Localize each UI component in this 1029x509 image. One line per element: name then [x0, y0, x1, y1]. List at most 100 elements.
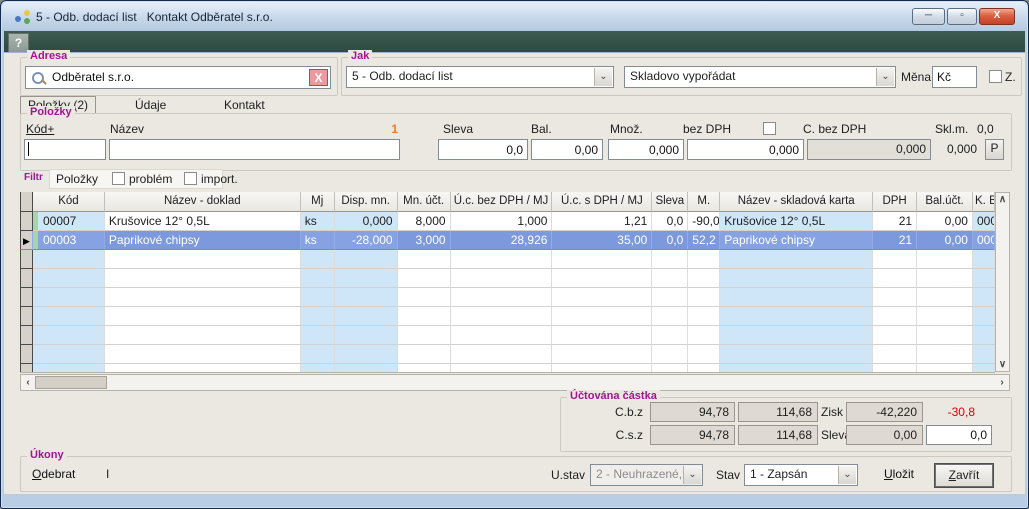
cbezdph-readonly: 0,000 [807, 139, 931, 160]
ustav-value: 2 - Neuhrazené, be: [596, 467, 682, 481]
cell-mj: ks [301, 231, 335, 250]
selector-header[interactable] [20, 192, 33, 212]
help-icon: ? [15, 36, 22, 50]
bal-input[interactable] [531, 139, 603, 160]
import-checkbox[interactable] [184, 172, 197, 185]
p-button[interactable]: P [985, 139, 1004, 160]
table-row-empty [20, 345, 995, 364]
problem-label: problém [129, 172, 172, 186]
doc-type-combo[interactable]: 5 - Odb. dodací list ⌄ [346, 66, 614, 88]
cell-sklad: Krušovice 12° 0,5L [720, 212, 873, 231]
filter-polozky-label[interactable]: Položky [56, 172, 98, 186]
col-uc-bez-dph[interactable]: Ú.c. bez DPH / MJ [451, 192, 553, 212]
table-row-empty [20, 364, 995, 373]
maximize-icon: ▫ [960, 10, 964, 21]
ulozit-button[interactable]: Uložit [884, 467, 914, 481]
mnoz-input[interactable] [608, 139, 684, 160]
col-mj[interactable]: Mj [301, 192, 335, 212]
close-button[interactable]: X [979, 8, 1015, 25]
settlement-combo[interactable]: Skladovo vypořádat ⌄ [624, 66, 896, 88]
chevron-down-icon: ⌄ [683, 466, 701, 484]
row-selector[interactable] [20, 326, 33, 345]
vertical-scrollbar[interactable]: ∧ ∨ [995, 192, 1010, 372]
app-window: 5 - Odb. dodací list Kontakt Odběratel s… [0, 0, 1029, 509]
help-button[interactable]: ? [8, 33, 29, 54]
cell-dph: 21 [873, 231, 917, 250]
row-selector[interactable] [20, 345, 33, 364]
chevron-down-icon[interactable]: ⌄ [838, 466, 856, 484]
row-selector[interactable] [20, 288, 33, 307]
scroll-up-icon[interactable]: ∧ [996, 194, 1009, 205]
scroll-right-icon[interactable]: › [996, 376, 1008, 389]
cell-ucbez: 28,926 [451, 231, 553, 250]
col-bal-uct[interactable]: Bal.účt. [917, 192, 973, 212]
col-mn-uct[interactable]: Mn. účt. [398, 192, 451, 212]
nazev-label: Název [110, 122, 144, 136]
row-selector[interactable] [20, 364, 33, 373]
totals-group-label: Účtována částka [567, 390, 660, 402]
address-field[interactable]: Odběratel s.r.o. X [25, 66, 331, 89]
col-kod[interactable]: Kód [33, 192, 105, 212]
ustav-combo: 2 - Neuhrazené, be: ⌄ [590, 464, 703, 486]
sleva-input[interactable] [438, 139, 528, 160]
row-selector-current[interactable]: ▶ [20, 231, 33, 250]
zavrit-button[interactable]: Zavřít [935, 464, 993, 487]
sklm-label: Skl.m. [935, 122, 968, 136]
col-m[interactable]: M. [688, 192, 720, 212]
currency-input[interactable] [932, 66, 977, 88]
sleva-percent-input[interactable] [926, 425, 992, 445]
cell-dph: 21 [873, 212, 917, 231]
tab-kontakt[interactable]: Kontakt [224, 98, 265, 112]
chevron-down-icon[interactable]: ⌄ [594, 68, 612, 86]
kod-input[interactable] [24, 139, 106, 160]
minimize-button[interactable]: ─ [912, 8, 945, 25]
row-indicator [33, 231, 38, 249]
tab-udaje[interactable]: Údaje [135, 98, 166, 112]
col-disp-mn[interactable]: Disp. mn. [335, 192, 398, 212]
clear-address-button[interactable]: X [309, 69, 328, 86]
scrollbar-thumb[interactable] [35, 376, 107, 389]
problem-checkbox[interactable] [112, 172, 125, 185]
horizontal-scrollbar[interactable]: ‹ › [20, 374, 1010, 391]
cell-sklad: Paprikové chipsy [720, 231, 873, 250]
col-k-ba[interactable]: K. Ba [973, 192, 995, 212]
cell-baluct: 0,00 [917, 231, 973, 250]
col-sleva[interactable]: Sleva [652, 192, 688, 212]
cbezdph-label: C. bez DPH [803, 122, 866, 136]
row-selector[interactable] [20, 250, 33, 269]
table-row-selected[interactable]: ▶ 00003 Paprikové chipsy ks -28,000 3,00… [20, 231, 995, 250]
current-row-marker-icon: ▶ [23, 236, 30, 246]
chevron-down-icon[interactable]: ⌄ [876, 68, 894, 86]
bezdph-input[interactable] [687, 139, 804, 160]
maximize-button[interactable]: ▫ [947, 8, 977, 25]
col-uc-s-dph[interactable]: Ú.c. s DPH / MJ [552, 192, 652, 212]
titlebar[interactable]: 5 - Odb. dodací list Kontakt Odběratel s… [2, 2, 1027, 31]
row-selector[interactable] [20, 269, 33, 288]
table-header-row: Kód Název - doklad Mj Disp. mn. Mn. účt.… [20, 192, 995, 212]
table-row[interactable]: 00007 Krušovice 12° 0,5L ks 0,000 8,000 … [20, 212, 995, 231]
kod-label[interactable]: Kód+ [26, 122, 54, 136]
cell-nazev: Paprikové chipsy [105, 231, 301, 250]
bezdph-checkbox[interactable] [763, 122, 776, 135]
stav-label: Stav [716, 468, 740, 482]
table-row-empty [20, 307, 995, 326]
col-nazev-skladova-karta[interactable]: Název - skladová karta [720, 192, 873, 212]
odebrat-button[interactable]: Odebrat [32, 467, 75, 481]
scroll-down-icon[interactable]: ∨ [996, 359, 1009, 370]
stav-combo[interactable]: 1 - Zapsán ⌄ [744, 464, 858, 486]
table-row-empty [20, 250, 995, 269]
z-checkbox[interactable] [989, 70, 1002, 83]
bal-label: Bal. [531, 122, 552, 136]
row-selector[interactable] [20, 212, 33, 231]
col-dph[interactable]: DPH [873, 192, 917, 212]
scroll-left-icon[interactable]: ‹ [22, 376, 34, 389]
cursor-mark: I [106, 467, 109, 481]
counter-badge: 1 [360, 122, 398, 136]
bezdph-label: bez DPH [683, 122, 731, 136]
app-icon [15, 10, 31, 24]
nazev-input[interactable] [109, 139, 400, 160]
cell-kba: 0000 [973, 231, 995, 250]
col-nazev-doklad[interactable]: Název - doklad [105, 192, 301, 212]
cell-sleva: 0,0 [652, 212, 688, 231]
row-selector[interactable] [20, 307, 33, 326]
